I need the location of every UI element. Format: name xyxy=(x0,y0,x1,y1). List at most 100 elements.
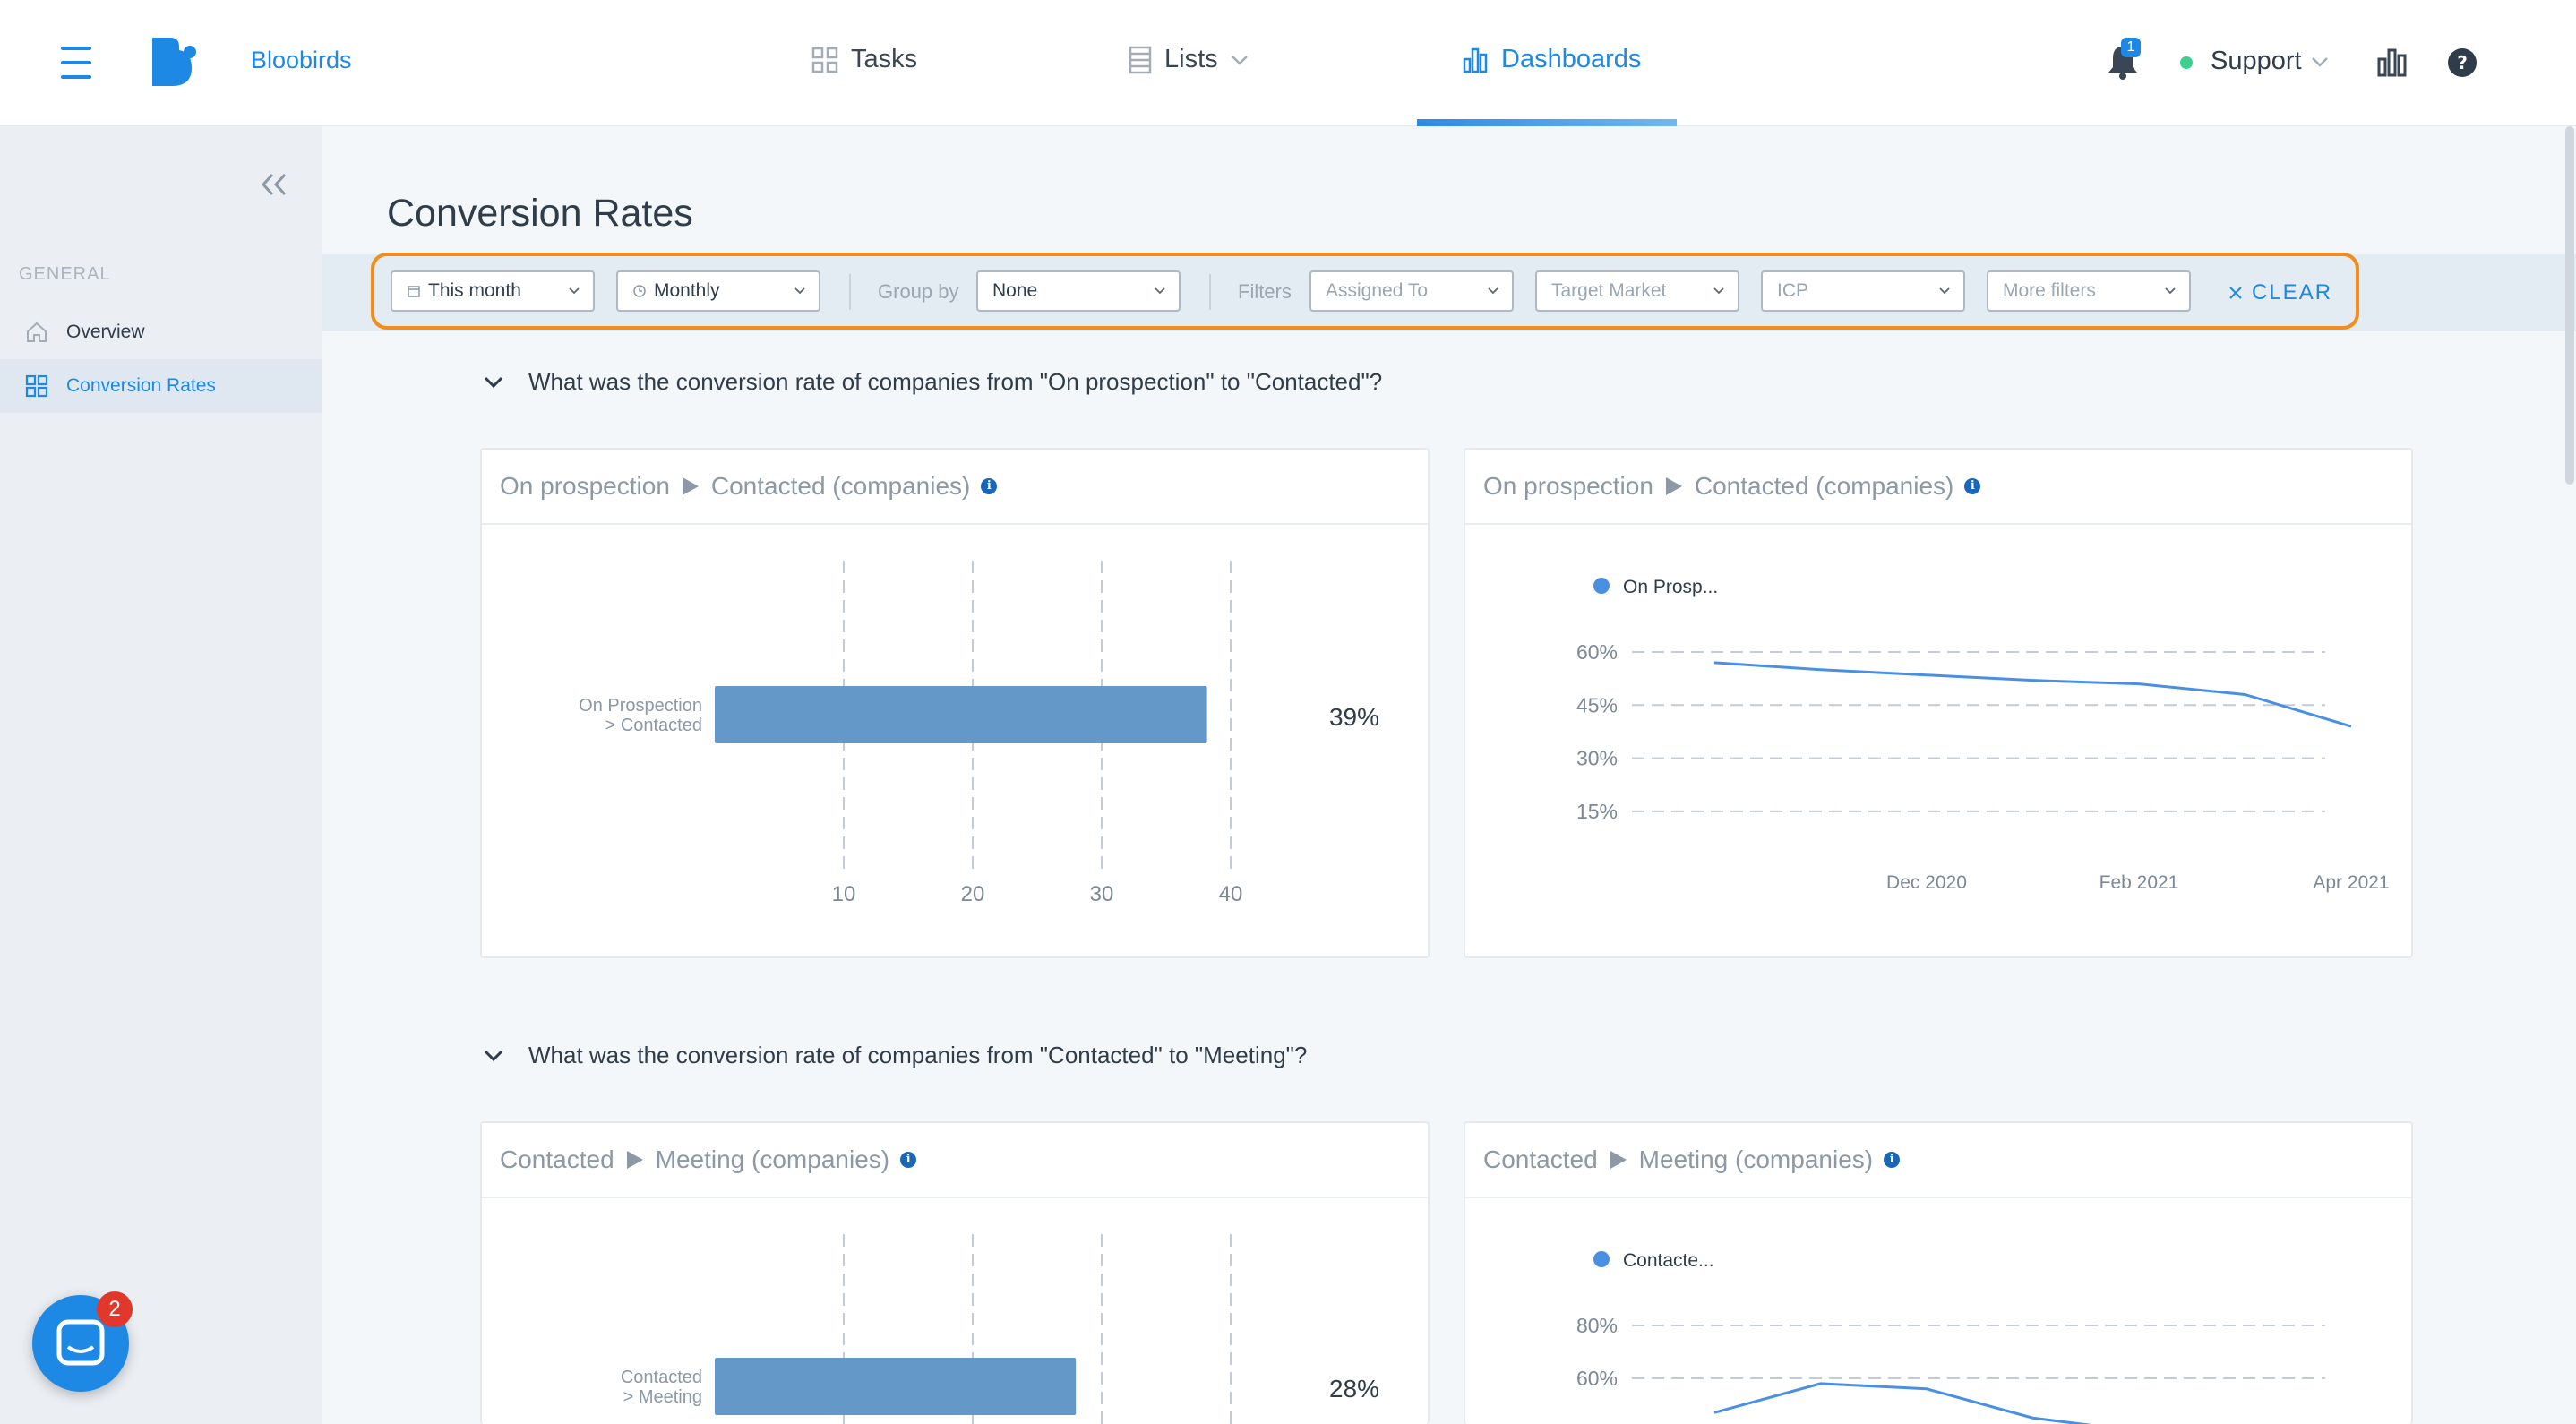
help-icon[interactable]: ? xyxy=(2446,47,2478,79)
account-menu[interactable]: Support xyxy=(2211,47,2329,76)
sidebar: GENERAL Overview Conversion Rates xyxy=(0,126,322,1424)
bar-chart-card: On prospection Contacted (companies) i 1… xyxy=(480,448,1430,958)
info-icon[interactable]: i xyxy=(900,1152,917,1168)
clear-filters-label: CLEAR xyxy=(2252,280,2333,305)
arrow-right-icon xyxy=(626,1151,643,1169)
x-tick-label: 40 xyxy=(1219,882,1243,906)
bloobirds-logo[interactable] xyxy=(150,36,197,88)
chevron-down-icon xyxy=(794,287,805,295)
card-title-to: Contacted (companies) xyxy=(710,472,971,500)
bar-chart-icon xyxy=(1463,47,1488,73)
card-title-from: On prospection xyxy=(500,472,670,500)
group-by-value: None xyxy=(992,280,1038,301)
filters-label: Filters xyxy=(1238,280,1292,303)
status-online-indicator xyxy=(2180,56,2193,69)
x-tick-label: Apr 2021 xyxy=(2313,872,2389,893)
category-label: Contacted xyxy=(621,1368,702,1387)
icp-placeholder: ICP xyxy=(1777,280,1809,301)
group-by-label: Group by xyxy=(878,280,959,303)
series-line xyxy=(1713,1382,2092,1424)
info-icon[interactable]: i xyxy=(1884,1152,1901,1168)
section-question: What was the conversion rate of companie… xyxy=(528,1042,1308,1068)
analytics-icon[interactable] xyxy=(2375,47,2408,79)
nav-dashboards[interactable]: Dashboards xyxy=(1462,45,1641,74)
date-range-select[interactable]: This month xyxy=(391,270,595,312)
y-tick-label: 30% xyxy=(1576,747,1618,770)
bar-chart-card: Contacted Meeting (companies) i Contacte… xyxy=(480,1121,1430,1424)
section-toggle-prospection-contacted[interactable]: What was the conversion rate of companie… xyxy=(480,368,1382,396)
data-label: 39% xyxy=(1329,703,1379,731)
granularity-select[interactable]: Monthly xyxy=(616,270,820,312)
nav-dashboards-label: Dashboards xyxy=(1501,45,1642,73)
chevron-down-icon xyxy=(1713,287,1724,295)
date-range-value: This month xyxy=(428,280,521,301)
chevron-down-icon xyxy=(569,287,580,295)
line-chart-card: Contacted Meeting (companies) i Contacte… xyxy=(1464,1121,2413,1424)
x-tick-label: Feb 2021 xyxy=(2099,872,2179,893)
card-title-from: On prospection xyxy=(1483,472,1653,500)
section-question: What was the conversion rate of companie… xyxy=(528,368,1383,395)
card-title-from: Contacted xyxy=(1483,1145,1598,1173)
legend-swatch xyxy=(1593,578,1610,594)
list-icon xyxy=(1129,46,1152,73)
nav-lists[interactable]: Lists xyxy=(1129,45,1249,74)
close-icon xyxy=(2229,287,2242,299)
more-filters-placeholder: More filters xyxy=(2003,280,2096,301)
more-filters-select[interactable]: More filters xyxy=(1987,270,2191,312)
bar xyxy=(715,1358,1077,1415)
divider xyxy=(849,274,851,310)
card-title-from: Contacted xyxy=(500,1145,614,1173)
card-title-to: Contacted (companies) xyxy=(1694,472,1954,500)
chevron-down-icon xyxy=(1939,287,1950,295)
chevron-down-icon xyxy=(484,1050,503,1061)
card-title-to: Meeting (companies) xyxy=(1638,1145,1874,1173)
divider xyxy=(1209,274,1211,310)
chevron-down-icon xyxy=(2311,56,2328,67)
legend-swatch xyxy=(1593,1251,1610,1267)
category-label: On Prospection xyxy=(579,696,702,716)
series-line xyxy=(1713,661,2352,728)
group-by-select[interactable]: None xyxy=(976,270,1181,312)
chevron-down-icon xyxy=(484,376,503,388)
bar-chart: Contacted > Meeting 28% xyxy=(621,1234,1379,1424)
nav-tasks-label: Tasks xyxy=(851,45,918,73)
clear-filters-button[interactable]: CLEAR xyxy=(2228,280,2332,305)
sidebar-item-overview[interactable]: Overview xyxy=(0,305,322,359)
bar-chart: 10 20 30 40 On Prospection > Contacted 39% xyxy=(579,561,1379,906)
card-header: On prospection Contacted (companies) i xyxy=(482,450,1428,525)
scrollbar[interactable] xyxy=(2565,126,2574,485)
info-icon[interactable]: i xyxy=(1964,478,1981,494)
line-chart: Contacte... 80% 60% xyxy=(1576,1250,2325,1424)
brand-name[interactable]: Bloobirds xyxy=(251,47,352,74)
page-title: Conversion Rates xyxy=(387,192,693,235)
arrow-right-icon xyxy=(1665,477,1682,495)
collapse-sidebar-icon[interactable] xyxy=(258,171,290,198)
y-tick-label: 80% xyxy=(1576,1314,1618,1337)
target-market-select[interactable]: Target Market xyxy=(1535,270,1739,312)
line-chart: On Prosp... 60% 45% 30% 15% Dec 2020 Feb 2021 A… xyxy=(1576,577,2390,893)
arrow-right-icon xyxy=(682,477,699,495)
granularity-value: Monthly xyxy=(654,280,720,301)
legend-label: On Prosp... xyxy=(1623,577,1718,597)
home-icon xyxy=(27,322,47,342)
chevron-down-icon xyxy=(1231,55,1248,65)
chevron-down-icon xyxy=(2165,287,2176,295)
y-tick-label: 60% xyxy=(1576,640,1618,664)
info-icon[interactable]: i xyxy=(981,478,998,494)
sidebar-item-conversion-rates[interactable]: Conversion Rates xyxy=(0,359,322,413)
assigned-to-select[interactable]: Assigned To xyxy=(1309,270,1514,312)
section-toggle-contacted-meeting[interactable]: What was the conversion rate of companie… xyxy=(480,1042,1307,1069)
y-tick-label: 15% xyxy=(1576,800,1618,823)
svg-text:?: ? xyxy=(2457,52,2468,73)
chat-unread-badge: 2 xyxy=(97,1291,133,1327)
menu-icon[interactable] xyxy=(61,45,91,81)
account-name: Support xyxy=(2211,47,2302,75)
sidebar-item-label: Conversion Rates xyxy=(66,375,216,396)
nav-tasks[interactable]: Tasks xyxy=(811,45,917,74)
line-chart-card: On prospection Contacted (companies) i O… xyxy=(1464,448,2413,958)
icp-select[interactable]: ICP xyxy=(1761,270,1965,312)
chevron-down-icon xyxy=(1155,287,1165,295)
clock-icon xyxy=(633,285,646,297)
target-market-placeholder: Target Market xyxy=(1551,280,1667,301)
bar xyxy=(715,686,1207,743)
